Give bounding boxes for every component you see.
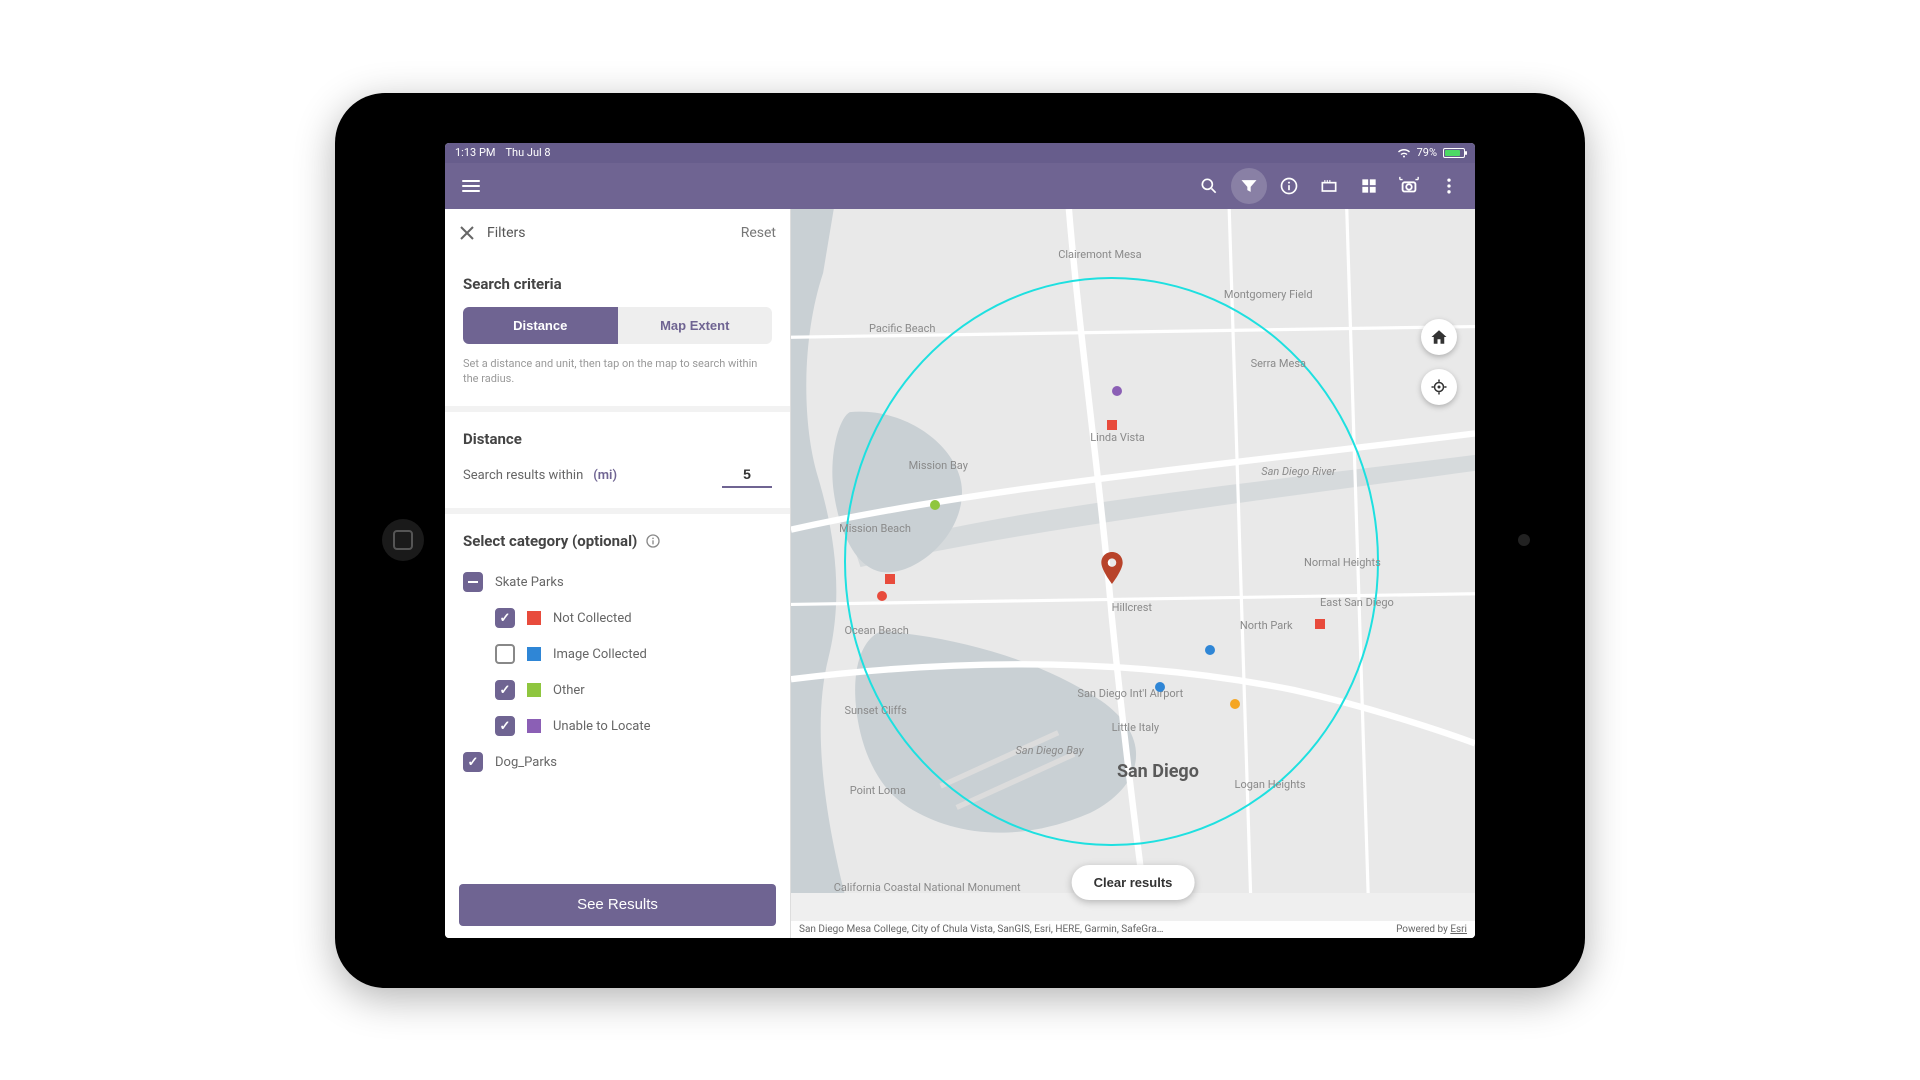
home-icon [1430,328,1448,346]
search-criteria-title: Search criteria [463,275,772,293]
filters-title: Filters [487,225,526,241]
filters-header: Filters Reset [445,209,790,257]
distance-unit[interactable]: (mi) [593,468,617,483]
category-item-label: Unable to Locate [553,719,650,734]
filters-panel: Filters Reset Search criteria Distance M… [445,209,791,938]
map-canvas[interactable]: Pacific BeachClairemont MesaMontgomery F… [791,209,1475,938]
reset-button[interactable]: Reset [741,225,776,241]
search-icon [1199,176,1219,196]
layout-button[interactable] [1351,168,1387,204]
battery-icon [1443,148,1465,158]
basemap-icon [1319,176,1339,196]
checkbox[interactable] [495,608,515,628]
tablet-frame: 1:13 PM Thu Jul 8 79% [335,93,1585,988]
ios-status-bar: 1:13 PM Thu Jul 8 79% [445,143,1475,163]
locate-me-button[interactable] [1421,369,1457,405]
map-feature-marker[interactable] [1107,420,1117,430]
camera-capture-icon [1398,175,1420,197]
criteria-hint: Set a distance and unit, then tap on the… [463,356,772,387]
category-group-label: Dog_Parks [495,755,557,770]
checkbox[interactable] [495,716,515,736]
color-swatch [527,719,541,733]
color-swatch [527,611,541,625]
filters-body: Search criteria Distance Map Extent Set … [445,257,790,938]
map-bg-svg [791,209,1475,893]
info-button[interactable] [1271,168,1307,204]
criteria-mode-toggle: Distance Map Extent [463,307,772,344]
category-group[interactable]: Dog_Parks [463,744,772,780]
map-feature-marker[interactable] [1315,619,1325,629]
see-results-button[interactable]: See Results [459,884,776,926]
category-item[interactable]: Other [463,672,772,708]
map-feature-marker[interactable] [1112,386,1122,396]
checkbox[interactable] [495,680,515,700]
overflow-button[interactable] [1431,168,1467,204]
filter-icon [1239,176,1259,196]
info-icon [1279,176,1299,196]
distance-title: Distance [463,430,772,448]
filter-button[interactable] [1231,168,1267,204]
category-group[interactable]: Skate Parks [463,564,772,600]
checkbox[interactable] [463,752,483,772]
search-button[interactable] [1191,168,1227,204]
status-time: 1:13 PM [455,146,495,159]
info-icon[interactable] [645,533,661,549]
distance-label: Search results within [463,468,583,483]
tablet-home-button[interactable] [382,519,424,561]
battery-pct: 79% [1417,146,1437,159]
locate-icon [1430,378,1448,396]
wifi-icon [1397,148,1411,158]
attribution-prefix: Powered by [1396,924,1450,935]
color-swatch [527,683,541,697]
search-criteria-section: Search criteria Distance Map Extent Set … [445,257,790,407]
grid-icon [1359,176,1379,196]
capture-button[interactable] [1391,168,1427,204]
main-content: Filters Reset Search criteria Distance M… [445,209,1475,938]
home-extent-button[interactable] [1421,319,1457,355]
category-section: Select category (optional) Skate Parks No… [445,508,790,800]
color-swatch [527,647,541,661]
checkbox[interactable] [495,644,515,664]
category-item-label: Other [553,683,585,698]
hamburger-icon [462,180,480,192]
map-feature-marker[interactable] [930,500,940,510]
tab-map-extent[interactable]: Map Extent [618,307,773,344]
menu-button[interactable] [453,168,489,204]
category-item-label: Image Collected [553,647,647,662]
attribution-brand[interactable]: Esri [1450,924,1467,935]
category-item[interactable]: Unable to Locate [463,708,772,744]
tab-distance[interactable]: Distance [463,307,618,344]
category-item[interactable]: Image Collected [463,636,772,672]
tablet-camera [1518,534,1530,546]
map-feature-marker[interactable] [885,574,895,584]
distance-section: Distance Search results within (mi) [445,406,790,508]
attribution-sources: San Diego Mesa College, City of Chula Vi… [799,924,1163,935]
map-feature-marker[interactable] [1230,699,1240,709]
map-attribution: San Diego Mesa College, City of Chula Vi… [791,921,1475,938]
category-title: Select category (optional) [463,532,637,550]
app-bar [445,163,1475,209]
status-date: Thu Jul 8 [505,146,550,159]
more-icon [1439,176,1459,196]
close-icon [459,225,475,241]
checkbox[interactable] [463,572,483,592]
map-feature-marker[interactable] [877,591,887,601]
basemap-button[interactable] [1311,168,1347,204]
location-pin-icon[interactable] [1099,552,1125,584]
screen: 1:13 PM Thu Jul 8 79% [445,143,1475,938]
category-group-label: Skate Parks [495,575,564,590]
category-list: Skate Parks Not Collected Image Collected O… [463,564,772,780]
category-item-label: Not Collected [553,611,632,626]
close-filters-button[interactable] [459,225,475,241]
category-item[interactable]: Not Collected [463,600,772,636]
clear-results-button[interactable]: Clear results [1072,865,1195,900]
map-feature-marker[interactable] [1205,645,1215,655]
map-feature-marker[interactable] [1155,682,1165,692]
distance-input[interactable] [722,462,772,488]
